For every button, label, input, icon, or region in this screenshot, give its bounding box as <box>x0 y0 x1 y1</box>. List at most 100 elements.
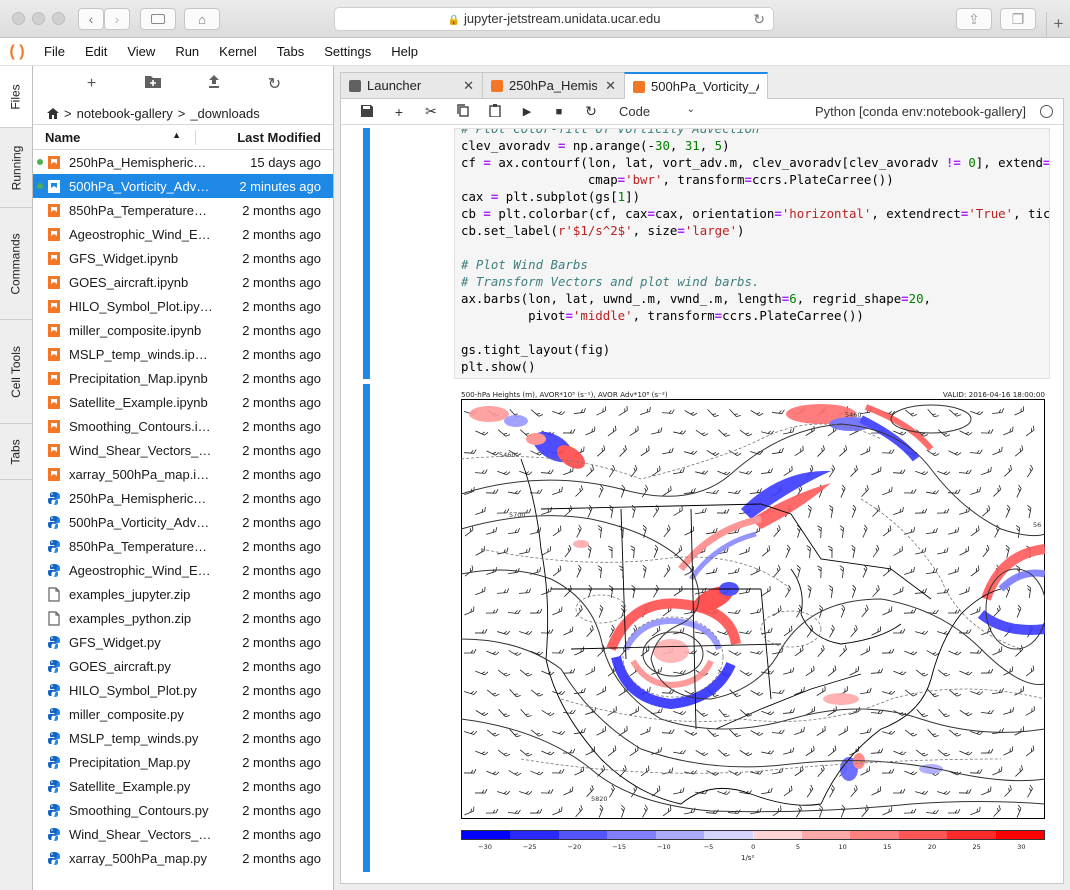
colorbar-segment <box>655 831 705 839</box>
file-row[interactable]: xarray_500hPa_map.py 2 months ago <box>33 846 333 870</box>
notebook-icon <box>491 79 503 92</box>
address-bar[interactable]: 🔒 jupyter-jetstream.unidata.ucar.edu ↻ <box>334 7 774 31</box>
back-button[interactable]: ‹ <box>78 8 104 30</box>
file-row[interactable]: miller_composite.py 2 months ago <box>33 702 333 726</box>
file-row[interactable]: xarray_500hPa_map.ipynb 2 months ago <box>33 462 333 486</box>
python-file-icon <box>47 851 61 865</box>
paste-cell-button[interactable] <box>479 103 511 120</box>
insert-cell-button[interactable]: + <box>383 104 415 120</box>
sort-by-name-header[interactable]: Name ▲ <box>33 129 196 145</box>
file-name: xarray_500hPa_map.ipynb <box>69 466 213 482</box>
file-row[interactable]: Wind_Shear_Vectors_Example.ipynb 2 months… <box>33 438 333 462</box>
menu-kernel[interactable]: Kernel <box>209 44 267 59</box>
file-row[interactable]: GOES_aircraft.ipynb 2 months ago <box>33 270 333 294</box>
colorbar-tick: −10 <box>656 843 671 851</box>
running-indicator-icon <box>37 183 43 189</box>
code-line: cmap='bwr', transform=ccrs.PlateCarree()… <box>461 172 894 187</box>
side-tab-running[interactable]: Running <box>0 128 32 208</box>
upload-button[interactable] <box>199 75 229 93</box>
forward-button[interactable]: › <box>104 8 130 30</box>
tabs-overview-button[interactable]: ❐ <box>1000 8 1036 30</box>
colorbar-tick: −15 <box>612 843 626 851</box>
file-row[interactable]: miller_composite.ipynb 2 months ago <box>33 318 333 342</box>
sidebar-toggle-button[interactable] <box>140 8 176 30</box>
tab-250hpa-notebook[interactable]: 250hPa_Hemispheric_Plot.ipynb ✕ <box>482 72 625 98</box>
file-row[interactable]: GOES_aircraft.py 2 months ago <box>33 654 333 678</box>
file-row[interactable]: Wind_Shear_Vectors_Example.py 2 months ag… <box>33 822 333 846</box>
menu-view[interactable]: View <box>117 44 165 59</box>
zoom-window-button[interactable] <box>52 12 65 25</box>
code-line: cax = plt.subplot(gs[1]) <box>461 189 641 204</box>
file-name: Satellite_Example.ipynb <box>69 394 208 410</box>
cut-cell-button[interactable]: ✂ <box>415 103 447 120</box>
file-row[interactable]: GFS_Widget.py 2 months ago <box>33 630 333 654</box>
cell-type-select[interactable]: Code ⌄ <box>619 104 695 119</box>
file-modified: 2 months ago <box>242 754 321 770</box>
cell-type-value: Code <box>619 104 651 119</box>
new-folder-button[interactable] <box>138 75 168 93</box>
file-row[interactable]: HILO_Symbol_Plot.py 2 months ago <box>33 678 333 702</box>
file-row[interactable]: Smoothing_Contours.py 2 months ago <box>33 798 333 822</box>
close-tab-icon[interactable]: ✕ <box>463 78 474 94</box>
file-row[interactable]: examples_python.zip 2 months ago <box>33 606 333 630</box>
file-modified: 2 months ago <box>242 586 321 602</box>
code-cell-editor[interactable]: # Plot Color-fill of Vorticity Advection… <box>454 128 1050 379</box>
menu-file[interactable]: File <box>34 44 75 59</box>
close-tab-icon[interactable]: ✕ <box>605 78 616 94</box>
launcher-icon <box>349 79 361 92</box>
run-cell-button[interactable]: ▶ <box>511 105 543 118</box>
file-row[interactable]: Ageostrophic_Wind_Example.ipynb 2 months … <box>33 222 333 246</box>
new-tab-button[interactable]: + <box>1046 12 1070 38</box>
refresh-button[interactable]: ↻ <box>260 74 290 94</box>
file-row[interactable]: HILO_Symbol_Plot.ipynb 2 months ago <box>33 294 333 318</box>
code-line: ax.barbs(lon, lat, uwnd_.m, vwnd_.m, len… <box>461 291 932 306</box>
file-row[interactable]: 500hPa_Vorticity_Advection.ipynb 2 minute… <box>33 174 333 198</box>
file-row[interactable]: Precipitation_Map.ipynb 2 months ago <box>33 366 333 390</box>
home-button[interactable]: ⌂ <box>184 8 220 30</box>
side-tab-commands[interactable]: Commands <box>0 208 32 320</box>
side-tab-label: Cell Tools <box>9 345 23 398</box>
menu-tabs[interactable]: Tabs <box>267 44 314 59</box>
tab-500hpa-notebook[interactable]: 500hPa_Vorticity_Advection.ipynb <box>624 72 768 99</box>
file-row[interactable]: 500hPa_Vorticity_Advection.py 2 months ag… <box>33 510 333 534</box>
file-name: Smoothing_Contours.py <box>69 802 209 818</box>
file-row[interactable]: GFS_Widget.ipynb 2 months ago <box>33 246 333 270</box>
file-name: 850hPa_Temperature_Advection.ipynb <box>69 202 213 218</box>
file-row[interactable]: Ageostrophic_Wind_Example.py 2 months ago <box>33 558 333 582</box>
reload-icon[interactable]: ↻ <box>753 8 765 30</box>
copy-cell-button[interactable] <box>447 103 479 120</box>
minimize-window-button[interactable] <box>32 12 45 25</box>
save-button[interactable] <box>351 104 383 120</box>
file-row[interactable]: 250hPa_Hemispheric_Plot.ipynb 15 days ago <box>33 150 333 174</box>
kernel-name[interactable]: Python [conda env:notebook-gallery] <box>815 104 1026 119</box>
menu-help[interactable]: Help <box>381 44 428 59</box>
tab-launcher[interactable]: Launcher ✕ <box>340 72 483 98</box>
menu-edit[interactable]: Edit <box>75 44 117 59</box>
file-row[interactable]: Satellite_Example.py 2 months ago <box>33 774 333 798</box>
active-cell-indicator <box>363 128 370 379</box>
new-launcher-button[interactable]: + <box>77 75 107 93</box>
file-row[interactable]: 250hPa_Hemispheric_Plot.py 2 months ago <box>33 486 333 510</box>
breadcrumb-downloads[interactable]: _downloads <box>190 106 259 121</box>
file-row[interactable]: MSLP_temp_winds.py 2 months ago <box>33 726 333 750</box>
file-row[interactable]: 850hPa_Temperature_Advection.py 2 months … <box>33 534 333 558</box>
breadcrumb-notebook-gallery[interactable]: notebook-gallery <box>77 106 173 121</box>
interrupt-kernel-button[interactable]: ■ <box>543 106 575 118</box>
file-row[interactable]: examples_jupyter.zip 2 months ago <box>33 582 333 606</box>
side-tab-files[interactable]: Files <box>0 66 32 128</box>
sort-by-modified-header[interactable]: Last Modified <box>196 130 333 145</box>
file-row[interactable]: Satellite_Example.ipynb 2 months ago <box>33 390 333 414</box>
file-row[interactable]: Precipitation_Map.py 2 months ago <box>33 750 333 774</box>
file-row[interactable]: 850hPa_Temperature_Advection.ipynb 2 mont… <box>33 198 333 222</box>
share-button[interactable]: ⇪ <box>956 8 992 30</box>
menu-settings[interactable]: Settings <box>314 44 381 59</box>
file-row[interactable]: Smoothing_Contours.ipynb 2 months ago <box>33 414 333 438</box>
file-row[interactable]: MSLP_temp_winds.ipynb 2 months ago <box>33 342 333 366</box>
restart-kernel-button[interactable]: ↻ <box>575 103 607 120</box>
menu-run[interactable]: Run <box>165 44 209 59</box>
side-tab-cell-tools[interactable]: Cell Tools <box>0 320 32 424</box>
home-folder-icon[interactable] <box>47 107 59 119</box>
kernel-status-icon <box>1040 105 1053 118</box>
side-tab-tabs[interactable]: Tabs <box>0 424 32 480</box>
close-window-button[interactable] <box>12 12 25 25</box>
